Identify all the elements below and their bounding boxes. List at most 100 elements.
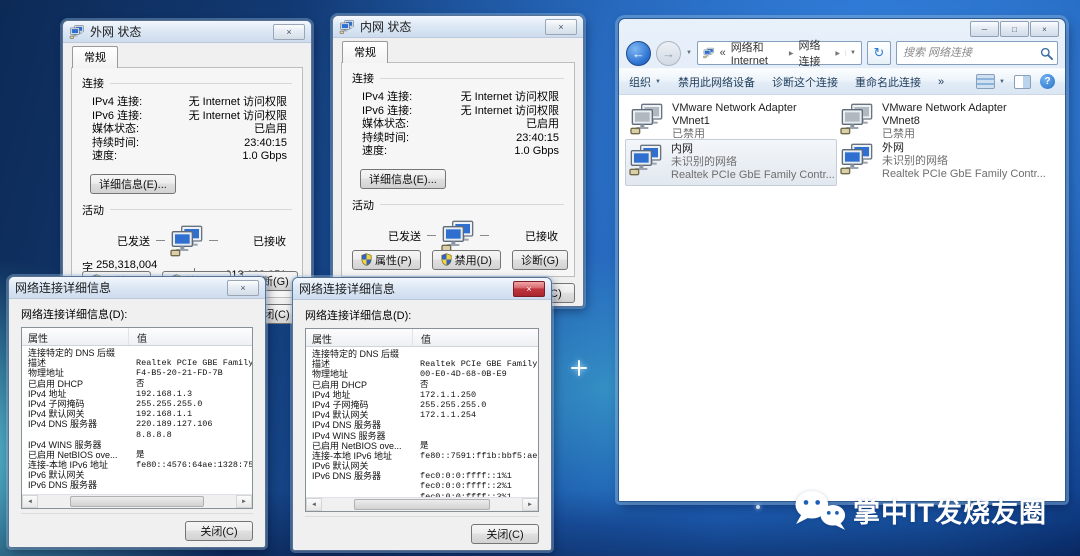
details-button[interactable]: 详细信息(E)...	[360, 169, 446, 189]
adapter-item-lan[interactable]: 内网 未识别的网络 Realtek PCIe GbE Family Contr.…	[625, 139, 837, 186]
close-icon[interactable]: ×	[227, 280, 259, 296]
property-cell: 连接-本地 IPv6 地址	[22, 460, 128, 470]
title-bar[interactable]: 内网 状态 ×	[333, 16, 583, 38]
property-cell: IPv6 DNS 服务器	[22, 480, 128, 490]
column-value: 值	[413, 329, 538, 346]
adapter-item-wan[interactable]: 外网 未识别的网络 Realtek PCIe GbE Family Contr.…	[837, 139, 1047, 184]
scroll-left-icon[interactable]: ◄	[306, 498, 322, 511]
view-icon	[976, 74, 995, 89]
connection-row: 媒体状态: 已启用	[92, 123, 290, 137]
close-glyph: ×	[240, 283, 245, 293]
activity-group-label: 活动	[82, 202, 292, 218]
value-cell: 255.255.255.0	[412, 400, 538, 410]
scroll-right-icon[interactable]: ►	[522, 498, 538, 511]
breadcrumb-overflow-chevron[interactable]: «	[720, 47, 726, 59]
general-tab-panel: 连接 IPv4 连接: 无 Internet 访问权限 IPv6 连接: 无 I…	[71, 67, 303, 298]
computer-activity-icon	[439, 220, 477, 252]
close-icon[interactable]: ×	[545, 19, 577, 35]
refresh-button[interactable]: ↻	[867, 41, 891, 65]
close-icon[interactable]: ×	[513, 281, 545, 297]
disable-button[interactable]: 禁用(D)	[432, 250, 501, 270]
organize-menu[interactable]: 组织▼	[629, 74, 661, 90]
maximize-button[interactable]: □	[1000, 21, 1029, 37]
details-button[interactable]: 详细信息(E)...	[90, 174, 176, 194]
search-box[interactable]	[896, 41, 1058, 65]
toolbar-overflow-button[interactable]: »	[938, 76, 944, 88]
property-cell: IPv6 默认网关	[306, 461, 412, 471]
group-caption: 活动	[352, 197, 374, 213]
address-bar[interactable]: « 网络和 Internet ▶ 网络连接 ▶ ▼	[697, 41, 862, 65]
back-button[interactable]: ←	[626, 41, 651, 66]
chevron-right-icon[interactable]: ▶	[835, 50, 840, 57]
horizontal-scrollbar[interactable]: ◄ ►	[22, 494, 252, 508]
details-button-label: 详细信息(E)...	[99, 176, 167, 192]
help-button[interactable]: ?	[1040, 74, 1055, 89]
horizontal-scrollbar[interactable]: ◄ ►	[306, 497, 538, 511]
adapter-network: 未识别的网络	[671, 156, 835, 169]
table-header: 属性 值	[22, 328, 252, 346]
value-cell	[128, 470, 252, 480]
column-property: 属性	[306, 329, 413, 346]
breadcrumb-segment-network-connections[interactable]: 网络连接	[799, 37, 831, 69]
close-button[interactable]: 关闭(C)	[471, 524, 539, 544]
dropdown-icon: ▼	[655, 79, 661, 85]
scroll-left-icon[interactable]: ◄	[22, 495, 38, 508]
diagnose-button[interactable]: 诊断(G)	[512, 250, 568, 270]
sent-label: 已发送	[352, 228, 427, 244]
title-bar[interactable]: ─ □ ×	[619, 19, 1065, 38]
adapter-item-vmnet1[interactable]: VMware Network Adapter VMnet1 已禁用	[627, 99, 837, 144]
value-cell: 192.168.1.1	[128, 409, 252, 419]
title-bar[interactable]: 网络连接详细信息 ×	[9, 277, 265, 299]
address-dropdown-icon[interactable]: ▼	[845, 50, 856, 56]
change-view-button[interactable]: ▼	[976, 74, 1005, 89]
tab-general[interactable]: 常规	[342, 41, 388, 63]
disable-device-button[interactable]: 禁用此网络设备	[678, 74, 755, 90]
diagnose-connection-button[interactable]: 诊断这个连接	[772, 74, 838, 90]
connection-rows: IPv4 连接: 无 Internet 访问权限 IPv6 连接: 无 Inte…	[92, 96, 290, 164]
search-icon[interactable]	[1040, 47, 1053, 60]
value-cell	[412, 349, 538, 359]
value-cell	[128, 440, 252, 450]
properties-button[interactable]: 属性(P)	[352, 250, 421, 270]
forward-button[interactable]: →	[656, 41, 681, 66]
row-label: 媒体状态:	[362, 118, 409, 132]
connection-row: IPv6 连接: 无 Internet 访问权限	[92, 110, 290, 124]
network-adapter-disabled-icon	[839, 103, 875, 135]
table-row: IPv4 默认网关 172.1.1.254	[306, 410, 538, 420]
adapter-item-vmnet8[interactable]: VMware Network Adapter VMnet8 已禁用	[837, 99, 1047, 144]
maximize-icon: □	[1012, 25, 1017, 34]
diagnose-label: 诊断这个连接	[772, 74, 838, 90]
tab-general[interactable]: 常规	[72, 46, 118, 68]
scroll-right-icon[interactable]: ►	[236, 495, 252, 508]
chevron-right-icon[interactable]: ▶	[789, 50, 794, 57]
minimize-button[interactable]: ─	[970, 21, 999, 37]
rename-label: 重命名此连接	[855, 74, 921, 90]
dialog-title: 网络连接详细信息	[299, 280, 395, 297]
back-arrow-icon: ←	[632, 46, 645, 61]
connection-row: IPv4 连接: 无 Internet 访问权限	[362, 91, 562, 105]
scrollbar-thumb[interactable]	[70, 496, 205, 507]
dialog-footer: 关闭(C)	[293, 517, 551, 550]
uac-shield-icon	[361, 253, 372, 266]
wan-status-dialog: 外网 状态 × 常规 连接 IPv4 连接: 无 Internet 访问权限 I…	[62, 20, 312, 308]
close-icon: ×	[1042, 25, 1047, 34]
scrollbar-track[interactable]	[322, 498, 522, 511]
table-row: IPv4 地址 172.1.1.250	[306, 390, 538, 400]
value-cell: 172.1.1.250	[412, 390, 538, 400]
close-button[interactable]: 关闭(C)	[185, 521, 253, 541]
rename-connection-button[interactable]: 重命名此连接	[855, 74, 921, 90]
close-button[interactable]: ×	[1030, 21, 1059, 37]
close-icon[interactable]: ×	[273, 24, 305, 40]
breadcrumb-segment-network-internet[interactable]: 网络和 Internet	[731, 39, 784, 67]
preview-pane-button[interactable]	[1014, 75, 1031, 89]
action-buttons: 属性(P) 禁用(D) 诊断(G)	[352, 250, 568, 270]
activity-summary: 已发送 已接收	[352, 220, 564, 252]
search-input[interactable]	[901, 46, 1040, 60]
table-row: 连接特定的 DNS 后缀	[22, 348, 252, 358]
title-bar[interactable]: 网络连接详细信息 ×	[293, 278, 551, 300]
network-status-icon	[69, 25, 85, 39]
title-bar[interactable]: 外网 状态 ×	[63, 21, 311, 43]
scrollbar-thumb[interactable]	[354, 499, 490, 510]
history-dropdown-icon[interactable]: ▼	[686, 50, 692, 56]
scrollbar-track[interactable]	[38, 495, 236, 508]
